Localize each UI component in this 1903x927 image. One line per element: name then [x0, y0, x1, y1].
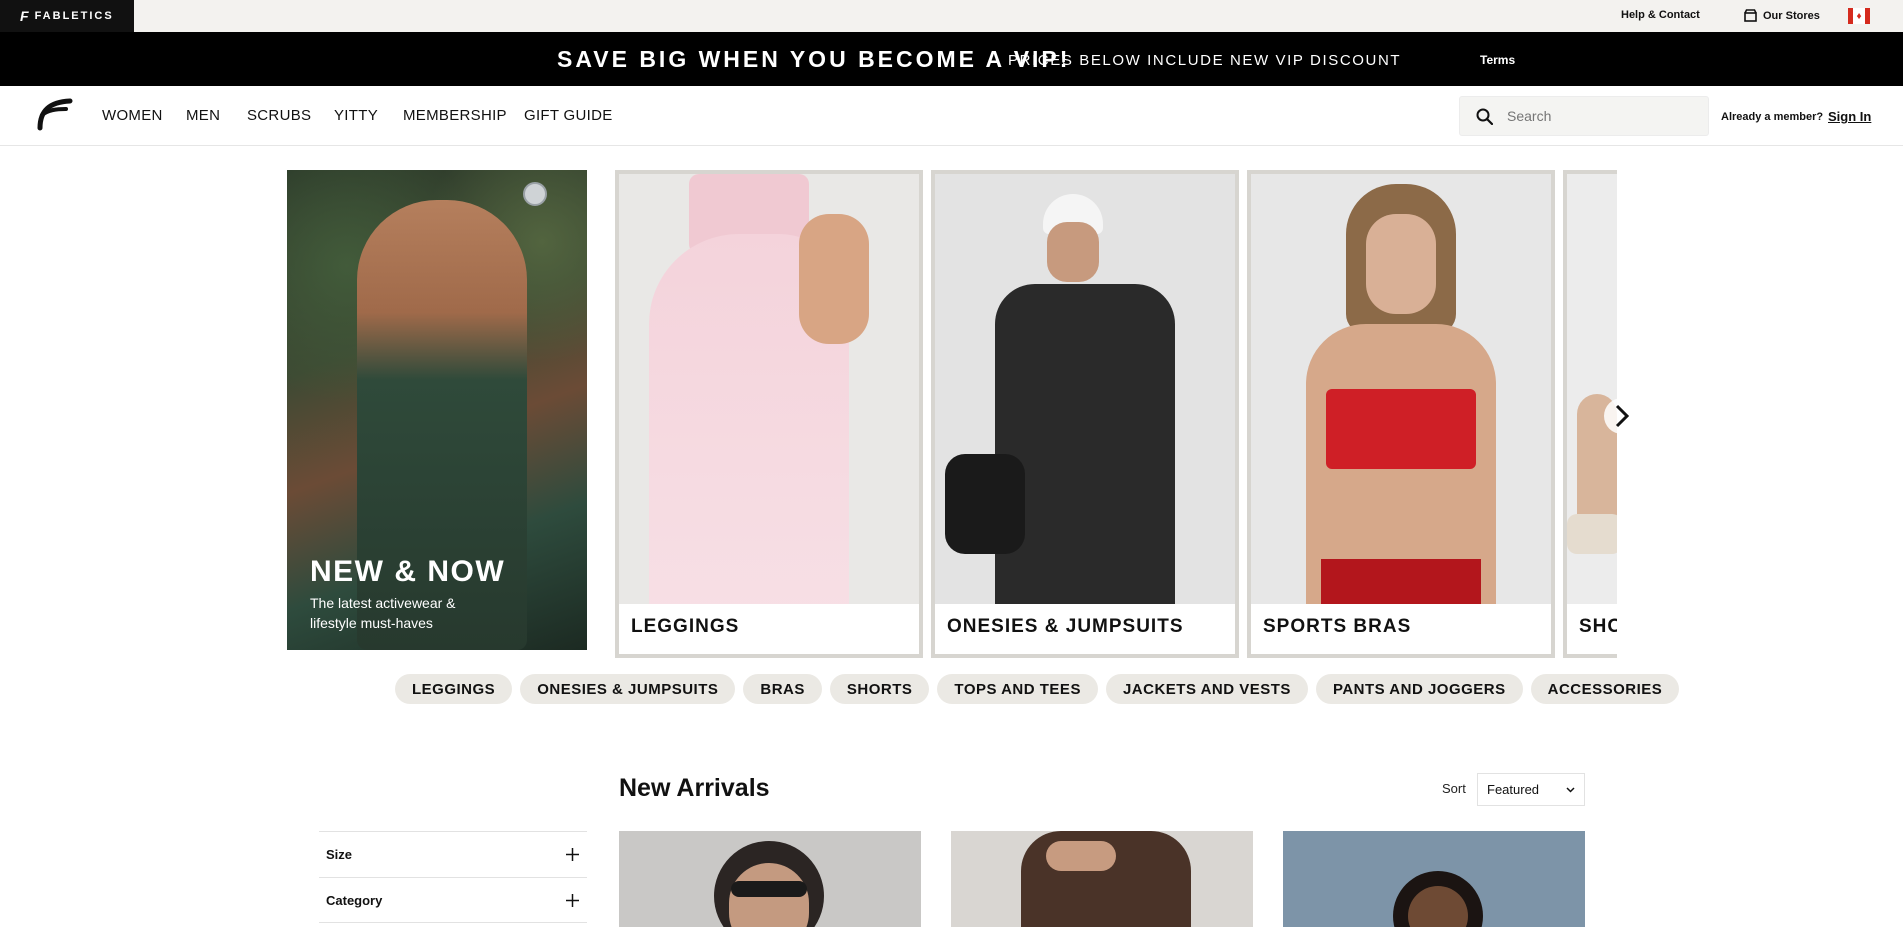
- filter-label: Category: [326, 892, 383, 908]
- member-prompt: Already a member?: [1721, 111, 1824, 123]
- sort-dropdown[interactable]: Featured: [1477, 773, 1585, 806]
- brand-wordmark: FABLETICS: [34, 10, 114, 22]
- ornament-icon: [523, 182, 547, 206]
- filter-label: Size: [326, 847, 353, 862]
- product-tile[interactable]: [619, 831, 921, 927]
- category-label: ONESIES & JUMPSUITS: [947, 616, 1184, 637]
- onesies-image: [935, 174, 1235, 604]
- category-card-leggings[interactable]: LEGGINGS: [615, 170, 923, 658]
- utility-bar: F FABLETICS Help & Contact Our Stores ♦: [0, 0, 1903, 32]
- our-stores-link[interactable]: Our Stores: [1744, 9, 1820, 22]
- chip-bras[interactable]: BRAS: [743, 674, 822, 704]
- promo-subtext: PRICES BELOW INCLUDE NEW VIP DISCOUNT: [1008, 52, 1402, 69]
- category-card-sports-bras[interactable]: SPORTS BRAS: [1247, 170, 1555, 658]
- category-label: SPORTS BRAS: [1263, 616, 1412, 637]
- search-box[interactable]: [1459, 96, 1709, 136]
- category-label: LEGGINGS: [631, 616, 740, 637]
- sign-in-link[interactable]: Sign In: [1828, 109, 1871, 124]
- promo-banner: SAVE BIG WHEN YOU BECOME A VIP! PRICES B…: [0, 32, 1903, 86]
- our-stores-label: Our Stores: [1763, 9, 1820, 22]
- nav-item-men[interactable]: MEN: [186, 107, 220, 124]
- main-nav: WOMEN MEN SCRUBS YITTY MEMBERSHIP GIFT G…: [0, 86, 1903, 146]
- chip-shorts[interactable]: SHORTS: [829, 674, 930, 704]
- category-carousel: LEGGINGS ONESIES & JUMPSUITS SPORTS BRAS…: [615, 170, 1617, 658]
- fabletics-logo-icon[interactable]: [34, 98, 74, 132]
- chip-leggings[interactable]: LEGGINGS: [395, 674, 513, 704]
- product-tile[interactable]: [1283, 831, 1585, 927]
- nav-item-yitty[interactable]: YITTY: [334, 107, 378, 124]
- category-label: SHORTS: [1579, 616, 1617, 637]
- hero-new-and-now[interactable]: NEW & NOW The latest activewear & lifest…: [287, 170, 587, 650]
- fabletics-glyph-icon: F: [20, 8, 29, 24]
- help-contact-link[interactable]: Help & Contact: [1621, 9, 1700, 21]
- plus-icon: [566, 848, 579, 861]
- nav-item-gift-guide[interactable]: GIFT GUIDE: [524, 107, 613, 124]
- search-input[interactable]: [1507, 108, 1687, 124]
- section-title: New Arrivals: [619, 774, 770, 802]
- nav-item-scrubs[interactable]: SCRUBS: [247, 107, 311, 124]
- search-icon: [1476, 108, 1493, 125]
- chip-onesies-jumpsuits[interactable]: ONESIES & JUMPSUITS: [520, 674, 736, 704]
- chip-jackets-vests[interactable]: JACKETS AND VESTS: [1105, 674, 1308, 704]
- sort-label: Sort: [1442, 781, 1466, 796]
- chevron-down-icon: [1566, 786, 1575, 793]
- filter-size[interactable]: Size: [319, 831, 587, 877]
- category-card-onesies[interactable]: ONESIES & JUMPSUITS: [931, 170, 1239, 658]
- shorts-image: [1567, 174, 1617, 604]
- leggings-image: [619, 174, 919, 604]
- terms-link[interactable]: Terms: [1480, 53, 1515, 67]
- chip-accessories[interactable]: ACCESSORIES: [1530, 674, 1680, 704]
- product-tile[interactable]: [951, 831, 1253, 927]
- chip-tops-tees[interactable]: TOPS AND TEES: [937, 674, 1098, 704]
- brand-tab[interactable]: F FABLETICS: [0, 0, 134, 32]
- hero-subtitle: The latest activewear & lifestyle must-h…: [310, 595, 456, 631]
- nav-item-women[interactable]: WOMEN: [102, 107, 163, 124]
- category-chips: LEGGINGS ONESIES & JUMPSUITS BRAS SHORTS…: [395, 674, 1680, 704]
- carousel-next-button[interactable]: [1604, 398, 1640, 434]
- hero-title: NEW & NOW: [310, 555, 506, 588]
- filter-category[interactable]: Category: [319, 877, 587, 923]
- nav-item-membership[interactable]: MEMBERSHIP: [403, 107, 507, 124]
- sort-value: Featured: [1487, 782, 1540, 797]
- chip-pants-joggers[interactable]: PANTS AND JOGGERS: [1315, 674, 1523, 704]
- plus-icon: [566, 893, 579, 907]
- store-icon: [1744, 9, 1757, 22]
- filter-panel: Size Category: [319, 831, 587, 923]
- sports-bras-image: [1251, 174, 1551, 604]
- canada-flag-icon[interactable]: ♦: [1848, 8, 1870, 24]
- promo-headline: SAVE BIG WHEN YOU BECOME A VIP!: [557, 46, 1071, 72]
- chevron-right-icon: [1615, 404, 1630, 428]
